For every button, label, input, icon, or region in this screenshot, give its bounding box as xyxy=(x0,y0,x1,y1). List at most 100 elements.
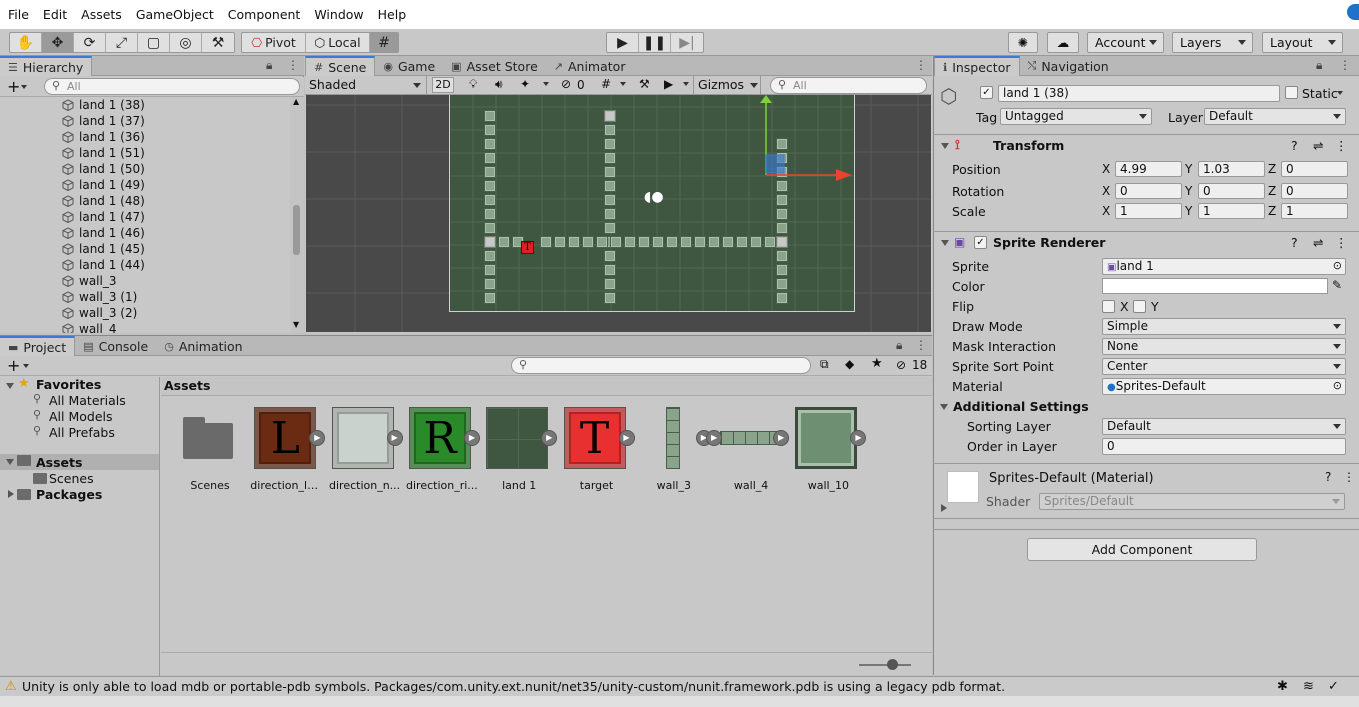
wall-tile[interactable] xyxy=(604,278,616,290)
wall-tile[interactable] xyxy=(776,208,788,220)
hierarchy-item[interactable]: wall_3 xyxy=(0,273,290,289)
favorite-star-icon[interactable]: ★ xyxy=(871,356,883,371)
tree-all-materials[interactable]: All Materials xyxy=(49,393,126,408)
material-field[interactable]: ●Sprites-Default ⊙ xyxy=(1102,378,1346,395)
kebab-menu-icon[interactable]: ⋮ xyxy=(1335,235,1348,250)
wall-tile[interactable] xyxy=(484,152,496,164)
active-checkbox[interactable]: ✓ xyxy=(980,86,993,99)
asset-item[interactable]: ▶ ▶ wall_4 xyxy=(706,407,790,497)
wall-tile[interactable] xyxy=(776,292,788,304)
custom-tool-icon[interactable]: ⚒ xyxy=(202,33,234,52)
scroll-down-icon[interactable]: ▼ xyxy=(293,320,299,329)
wall-tile[interactable] xyxy=(484,236,496,248)
wall-tile[interactable] xyxy=(484,278,496,290)
wall-tile[interactable] xyxy=(540,236,552,248)
help-icon[interactable]: ? xyxy=(1291,235,1298,250)
sprite-field[interactable]: ▣land 1 ⊙ xyxy=(1102,258,1346,275)
asset-item[interactable]: T ▶ target xyxy=(563,407,635,497)
wall-tile[interactable] xyxy=(680,236,692,248)
tab-game[interactable]: ◉ Game xyxy=(375,56,443,76)
wall-tile[interactable] xyxy=(604,208,616,220)
project-search-input[interactable]: ⚲ xyxy=(511,357,811,374)
rotation-y-input[interactable]: 0 xyxy=(1198,183,1265,199)
wall-tile[interactable] xyxy=(554,236,566,248)
object-name-input[interactable]: land 1 (38) xyxy=(998,85,1280,102)
add-component-button[interactable]: Add Component xyxy=(1027,538,1257,561)
wall-tile[interactable] xyxy=(776,250,788,262)
bug-icon[interactable]: ✱ xyxy=(1277,677,1288,696)
eyedropper-icon[interactable]: ✎ xyxy=(1332,278,1342,292)
wall-tile[interactable] xyxy=(604,292,616,304)
tab-navigation[interactable]: ⤭ Navigation xyxy=(1020,56,1117,76)
wall-tile[interactable] xyxy=(484,250,496,262)
flip-x-checkbox[interactable] xyxy=(1102,300,1115,313)
move-tool-icon[interactable]: ✥ xyxy=(42,33,74,52)
rect-tool-icon[interactable]: ▢ xyxy=(138,33,170,52)
transform-header[interactable]: ⟟ Transform ? ⇌ ⋮ xyxy=(933,134,1359,156)
menu-component[interactable]: Component xyxy=(228,0,308,30)
menu-window[interactable]: Window xyxy=(314,0,370,30)
cloud-icon[interactable]: ☁ xyxy=(1047,32,1079,53)
wall-tile[interactable] xyxy=(776,278,788,290)
static-checkbox[interactable] xyxy=(1285,86,1298,99)
asset-item[interactable]: ▶ land 1 xyxy=(486,407,558,497)
add-icon[interactable]: + xyxy=(7,77,20,96)
hierarchy-item[interactable]: land 1 (44) xyxy=(0,257,290,273)
shader-dropdown[interactable]: Sprites/Default xyxy=(1039,493,1345,510)
flip-y-checkbox[interactable] xyxy=(1133,300,1146,313)
menu-help[interactable]: Help xyxy=(378,0,414,30)
wall-tile[interactable] xyxy=(484,264,496,276)
preset-icon[interactable]: ⇌ xyxy=(1313,138,1323,153)
collab-icon[interactable]: ✺ xyxy=(1008,32,1038,53)
preset-icon[interactable]: ⇌ xyxy=(1313,235,1323,250)
local-button[interactable]: ⬡ Local xyxy=(306,33,370,52)
2d-toggle[interactable]: 2D xyxy=(432,77,454,93)
hierarchy-item[interactable]: land 1 (38) xyxy=(0,97,290,113)
sprite-renderer-enabled-checkbox[interactable]: ✓ xyxy=(974,236,987,249)
wall-tile[interactable] xyxy=(484,138,496,150)
hierarchy-item[interactable]: wall_4 xyxy=(0,321,290,333)
move-gizmo[interactable] xyxy=(756,95,876,195)
grid-snap-icon[interactable]: # xyxy=(370,33,398,52)
expand-icon[interactable] xyxy=(6,383,14,389)
target-tile[interactable]: T xyxy=(521,241,534,254)
menu-assets[interactable]: Assets xyxy=(81,0,129,30)
collapse-icon[interactable] xyxy=(8,490,14,498)
wall-tile[interactable] xyxy=(624,236,636,248)
scrollbar-thumb[interactable] xyxy=(293,205,300,255)
expand-sprite-icon[interactable]: ▶ xyxy=(618,430,635,446)
scale-x-input[interactable]: 1 xyxy=(1115,203,1182,219)
order-in-layer-input[interactable]: 0 xyxy=(1102,438,1346,455)
hidden-packages-icon[interactable]: ⊘ xyxy=(896,358,906,372)
collapse-sprite-icon[interactable]: ▶ xyxy=(706,430,723,446)
expand-sprite-icon[interactable]: ▶ xyxy=(850,430,867,446)
kebab-menu-icon[interactable]: ⋮ xyxy=(1335,138,1348,153)
wall-tile[interactable] xyxy=(484,180,496,192)
tree-all-prefabs[interactable]: All Prefabs xyxy=(49,425,115,440)
stack-icon[interactable]: ≋ xyxy=(1303,677,1314,696)
tree-scenes[interactable]: Scenes xyxy=(49,471,94,486)
rotate-tool-icon[interactable]: ⟳ xyxy=(74,33,106,52)
wall-tile[interactable] xyxy=(484,110,496,122)
asset-item[interactable]: ▶ direction_n... xyxy=(329,407,403,497)
tree-favorites[interactable]: Favorites xyxy=(36,377,101,392)
foldout-icon[interactable] xyxy=(940,404,948,410)
hierarchy-item[interactable]: land 1 (48) xyxy=(0,193,290,209)
camera-gizmo-icon[interactable]: ◖● xyxy=(644,189,664,205)
mask-interaction-dropdown[interactable]: None xyxy=(1102,338,1346,355)
shading-dropdown[interactable]: Shaded xyxy=(305,76,427,94)
menu-edit[interactable]: Edit xyxy=(43,0,74,30)
tree-assets-row[interactable]: Assets xyxy=(0,454,159,470)
grid-visibility-icon[interactable]: # xyxy=(601,77,611,91)
expand-sprite-icon[interactable]: ▶ xyxy=(773,430,790,446)
wall-tile[interactable] xyxy=(604,166,616,178)
wall-tile[interactable] xyxy=(484,124,496,136)
wall-tile[interactable] xyxy=(484,194,496,206)
rotation-x-input[interactable]: 0 xyxy=(1115,183,1182,199)
tree-all-models[interactable]: All Models xyxy=(49,409,113,424)
asset-item[interactable]: ▶ wall_3 xyxy=(641,407,712,497)
wall-tile[interactable] xyxy=(604,180,616,192)
wall-tile[interactable] xyxy=(776,194,788,206)
wall-tile[interactable] xyxy=(708,236,720,248)
tree-packages[interactable]: Packages xyxy=(36,487,102,502)
